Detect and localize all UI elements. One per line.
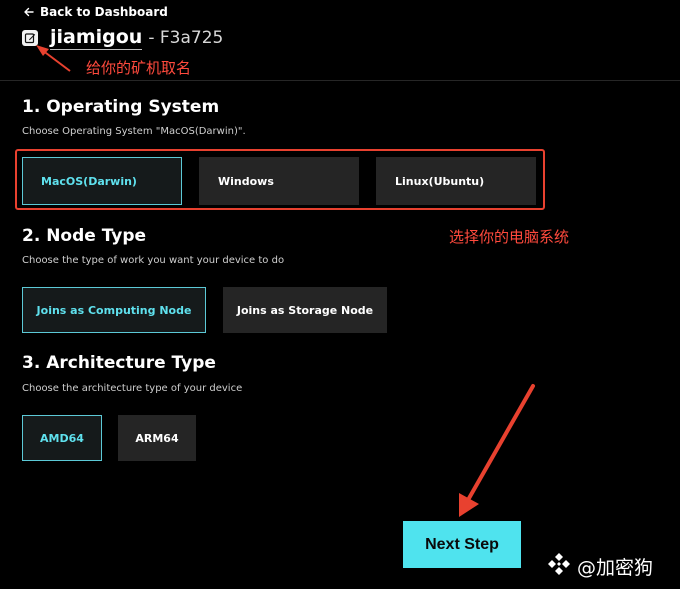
miner-name-row: jiamigou - F3a725 [22, 24, 223, 52]
back-to-dashboard-link[interactable]: Back to Dashboard [24, 4, 168, 20]
watermark: @加密狗 [546, 551, 653, 582]
os-section-description: Choose Operating System "MacOS(Darwin)". [22, 126, 246, 137]
binance-diamond-icon [546, 551, 572, 582]
watermark-text: @加密狗 [577, 557, 654, 579]
next-step-button[interactable]: Next Step [403, 521, 521, 568]
node-option-computing[interactable]: Joins as Computing Node [22, 287, 206, 333]
arrow-left-icon [24, 7, 34, 17]
node-section-title: 2. Node Type [22, 226, 147, 246]
os-hint-annotation: 选择你的电脑系统 [449, 228, 570, 246]
os-highlight-annotation-box [15, 149, 545, 210]
header-divider [0, 80, 680, 81]
os-section-title: 1. Operating System [22, 97, 220, 117]
next-step-arrow [459, 384, 535, 517]
node-option-storage[interactable]: Joins as Storage Node [223, 287, 387, 333]
arch-option-arm64[interactable]: ARM64 [118, 415, 196, 461]
arch-option-amd64[interactable]: AMD64 [22, 415, 102, 461]
arch-section-description: Choose the architecture type of your dev… [22, 383, 243, 394]
miner-id: - F3a725 [148, 28, 224, 48]
arch-section-title: 3. Architecture Type [22, 353, 216, 373]
name-hint-annotation: 给你的矿机取名 [86, 59, 192, 77]
node-section-description: Choose the type of work you want your de… [22, 255, 285, 266]
page: Back to Dashboard jiamigou - F3a725 1. O… [0, 0, 680, 589]
back-label: Back to Dashboard [40, 5, 168, 19]
miner-name-field[interactable]: jiamigou [50, 26, 143, 50]
edit-icon[interactable] [22, 30, 38, 46]
